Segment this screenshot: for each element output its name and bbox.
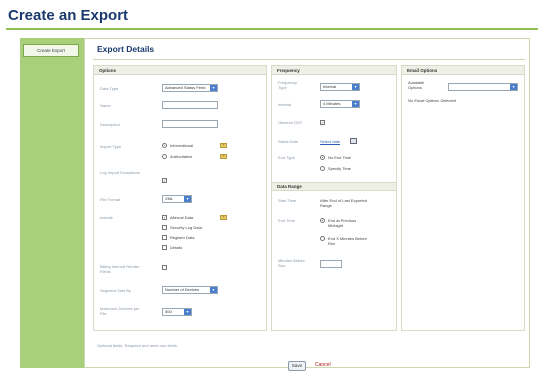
include-item-1: Security Log Data xyxy=(170,225,202,230)
file-format-label: File Format xyxy=(100,197,121,202)
minutes-before-label: Minutes Before Run xyxy=(278,258,305,268)
end-previous-midnight-label: End at Previous Midnight xyxy=(328,218,357,228)
import-informational-radio[interactable] xyxy=(162,143,167,148)
sidebar: Create Export xyxy=(20,38,84,368)
include-checkbox-3[interactable] xyxy=(162,245,167,250)
include-item-2: Register Data xyxy=(170,235,195,240)
name-input[interactable] xyxy=(162,101,218,109)
log-import-checkbox[interactable]: ✓ xyxy=(162,178,167,183)
end-time-label: End Time xyxy=(278,218,295,223)
no-end-time-label: No End Time xyxy=(328,155,352,160)
section-title: Export Details xyxy=(97,44,155,54)
name-label: Name xyxy=(100,103,111,108)
description-input[interactable] xyxy=(162,120,218,128)
specify-time-label: Specify Time xyxy=(328,166,351,171)
end-previous-midnight-radio[interactable] xyxy=(320,218,325,223)
description-label: Description xyxy=(100,122,121,127)
maximum-label: Maximum Devices per File xyxy=(100,306,140,316)
chevron-down-icon: ▾ xyxy=(210,85,217,91)
billing-label: Billing Internal Render Fields xyxy=(100,264,140,274)
email-options-column: Email Options Available Options ▾ No Ema… xyxy=(401,65,525,331)
include-item-0: Alternal Data xyxy=(170,215,194,220)
import-type-label: Import Type xyxy=(100,144,122,149)
frequency-type-label: Frequency Type xyxy=(278,80,297,90)
options-column: Options Data Type Advanced Status Feed ▾… xyxy=(93,65,267,331)
required-footnote: Optional fields. Required and meet one f… xyxy=(97,343,178,348)
data-type-select[interactable]: Advanced Status Feed ▾ xyxy=(162,84,218,92)
segment-select[interactable]: Number of Devices ▾ xyxy=(162,286,218,294)
help-icon[interactable]: ? xyxy=(220,154,227,159)
page-title: Create an Export xyxy=(8,7,129,24)
frequency-column: Frequency Frequency Type Interval ▾ Inte… xyxy=(271,65,397,331)
interval-label: Interval xyxy=(278,102,292,107)
start-time-value: After End of Last Exported Range xyxy=(320,198,367,208)
available-options-select[interactable]: ▾ xyxy=(448,83,518,91)
import-authoritative-label: Authoritative xyxy=(170,154,193,159)
file-format-value: XML xyxy=(165,196,174,201)
billing-checkbox[interactable] xyxy=(162,265,167,270)
email-options-heading: Email Options xyxy=(402,66,524,75)
starts-date-link[interactable]: Select date xyxy=(320,139,340,144)
chevron-down-icon: ▾ xyxy=(510,84,517,90)
data-range-heading: Data Range xyxy=(272,182,396,191)
frequency-heading: Frequency xyxy=(272,66,396,75)
calendar-icon[interactable] xyxy=(350,138,357,144)
file-format-select[interactable]: XML ▾ xyxy=(162,195,192,203)
start-time-label: Start Time xyxy=(278,198,297,203)
chevron-down-icon: ▾ xyxy=(184,309,191,315)
log-import-label: Log Import Exceptions xyxy=(100,170,140,175)
observe-dst-checkbox[interactable]: ✓ xyxy=(320,120,325,125)
section-divider xyxy=(93,59,525,60)
chevron-down-icon: ▾ xyxy=(210,287,217,293)
frequency-type-value: Interval xyxy=(323,84,337,89)
end-minutes-before-radio[interactable] xyxy=(320,236,325,241)
interval-select[interactable]: 4 Minutes ▾ xyxy=(320,100,360,108)
available-options-label: Available Options xyxy=(408,80,425,90)
chevron-down-icon: ▾ xyxy=(184,196,191,202)
end-minutes-before-label: End X Minutes Before Run xyxy=(328,236,367,246)
chevron-down-icon: ▾ xyxy=(352,101,359,107)
minutes-before-input[interactable] xyxy=(320,260,342,268)
specify-time-radio[interactable] xyxy=(320,166,325,171)
starts-date-label: Starts Date xyxy=(278,139,299,144)
cancel-link[interactable]: Cancel xyxy=(315,362,331,368)
export-details-panel: Export Details Options Data Type Advance… xyxy=(84,38,530,371)
no-email-options-text: No Email Options Selected xyxy=(408,98,456,103)
frequency-type-select[interactable]: Interval ▾ xyxy=(320,83,360,91)
save-button[interactable]: Save xyxy=(288,361,306,371)
include-label: Include xyxy=(100,215,113,220)
maximum-value: 500 xyxy=(165,309,172,314)
import-informational-label: Informational xyxy=(170,143,194,148)
include-item-3: Details xyxy=(170,245,183,250)
include-checkbox-0[interactable]: ✓ xyxy=(162,215,167,220)
include-checkbox-2[interactable] xyxy=(162,235,167,240)
help-icon[interactable]: ? xyxy=(220,143,227,148)
chevron-down-icon: ▾ xyxy=(352,84,359,90)
options-heading: Options xyxy=(94,66,266,75)
data-type-label: Data Type xyxy=(100,86,119,91)
title-divider xyxy=(6,28,538,30)
interval-value: 4 Minutes xyxy=(323,101,341,106)
no-end-time-radio[interactable] xyxy=(320,155,325,160)
sidebar-tab-create-export[interactable]: Create Export xyxy=(23,44,79,57)
data-type-value: Advanced Status Feed xyxy=(165,85,206,90)
segment-label: Segment Sets By xyxy=(100,288,131,293)
include-checkbox-1[interactable] xyxy=(162,225,167,230)
import-authoritative-radio[interactable] xyxy=(162,154,167,159)
observe-dst-label: Observe DST xyxy=(278,120,303,125)
help-icon[interactable]: ? xyxy=(220,215,227,220)
maximum-select[interactable]: 500 ▾ xyxy=(162,308,192,316)
segment-value: Number of Devices xyxy=(165,287,200,292)
end-type-label: End Type xyxy=(278,155,295,160)
